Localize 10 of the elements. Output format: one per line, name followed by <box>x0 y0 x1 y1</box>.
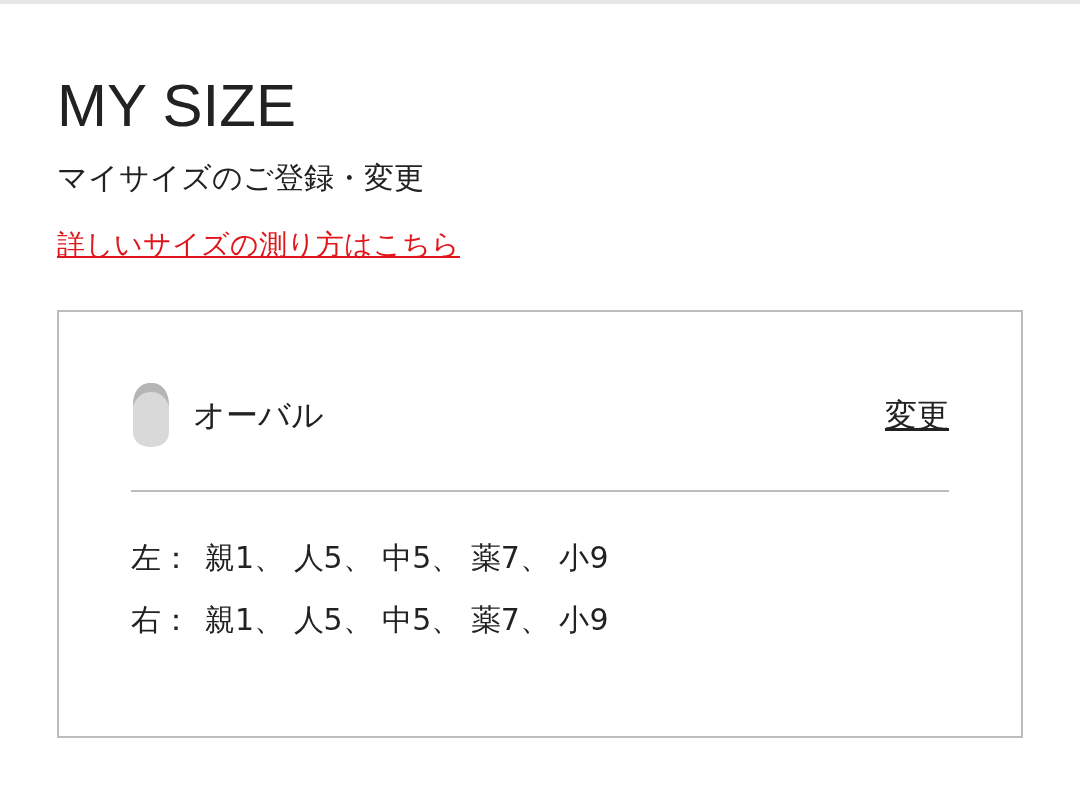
nail-shape-icon <box>131 382 171 448</box>
hand-label: 右： <box>131 601 191 639</box>
finger-sizes: 親1、 人5、 中5、 薬7、 小9 <box>205 539 609 577</box>
page-title: MY SIZE <box>57 71 297 141</box>
page-subtitle: マイサイズのご登録・変更 <box>57 159 425 197</box>
change-link[interactable]: 変更 <box>885 393 949 437</box>
finger-sizes: 親1、 人5、 中5、 薬7、 小9 <box>205 601 609 639</box>
hand-label: 左： <box>131 539 191 577</box>
nail-shape-label: オーバル <box>193 395 325 436</box>
size-guide-link[interactable]: 詳しいサイズの測り方はこちら <box>57 226 460 264</box>
